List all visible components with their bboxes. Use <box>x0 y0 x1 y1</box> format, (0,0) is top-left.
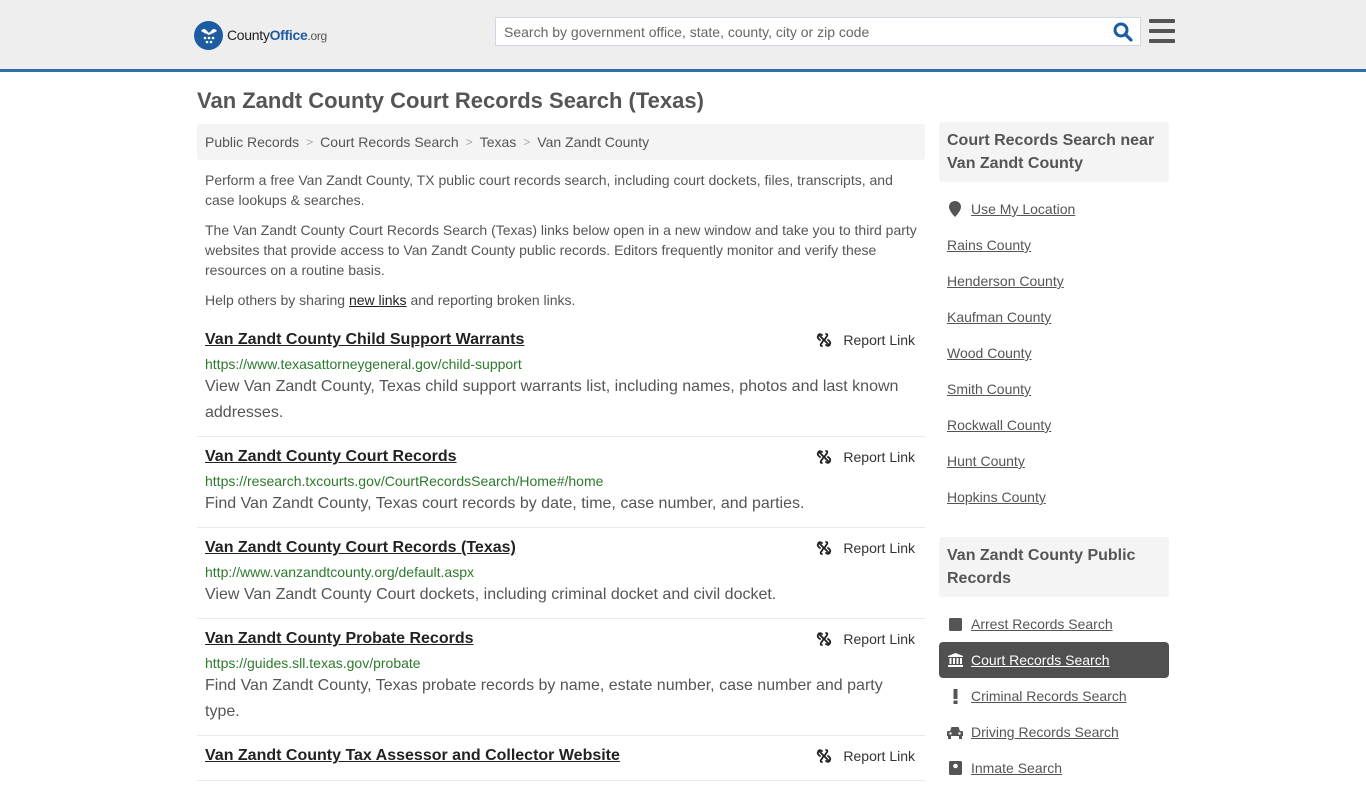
result-title-link[interactable]: Van Zandt County Court Records (Texas) <box>205 538 516 558</box>
public-records-header: Van Zandt County Public Records <box>939 537 1169 597</box>
nearby-county-link[interactable]: Rains County <box>939 227 1169 263</box>
site-logo[interactable]: CountyOffice.org <box>194 20 327 50</box>
report-link-button[interactable]: Report Link <box>816 748 915 764</box>
result-url: https://research.txcourts.gov/CourtRecor… <box>205 473 604 489</box>
sidebar-item-inmate-search[interactable]: Inmate Search <box>939 750 1169 786</box>
breadcrumb-public-records[interactable]: Public Records <box>205 134 299 150</box>
search-button[interactable] <box>1106 18 1140 45</box>
report-link-button[interactable]: Report Link <box>816 540 915 556</box>
result-url: http://www.vanzandtcounty.org/default.as… <box>205 564 475 580</box>
map-marker-icon <box>947 201 963 217</box>
nearby-county-link[interactable]: Hunt County <box>939 443 1169 479</box>
report-link-button[interactable]: Report Link <box>816 449 915 465</box>
breadcrumb-separator: > <box>306 135 314 149</box>
logo-text: CountyOffice.org <box>227 27 327 43</box>
breadcrumb: Public Records > Court Records Search > … <box>197 124 925 160</box>
sidebar-item-driving-records[interactable]: Driving Records Search <box>939 714 1169 750</box>
new-links-link[interactable]: new links <box>349 292 407 308</box>
breadcrumb-court-records-search[interactable]: Court Records Search <box>320 134 459 150</box>
public-records-block: Van Zandt County Public Records Arrest R… <box>939 537 1169 796</box>
result-description: Find Van Zandt County, Texas court recor… <box>205 495 805 512</box>
result-title-link[interactable]: Van Zandt County Child Support Warrants <box>205 330 524 350</box>
sidebar-item-arrest-records[interactable]: Arrest Records Search <box>939 606 1169 642</box>
courthouse-icon <box>947 653 963 667</box>
broken-link-icon <box>817 541 832 555</box>
nearby-list: Use My Location Rains County Henderson C… <box>939 182 1169 525</box>
broken-link-icon <box>817 632 832 646</box>
breadcrumb-separator: > <box>523 135 531 149</box>
search-icon <box>1113 22 1133 42</box>
sidebar-item-court-records[interactable]: Court Records Search <box>939 642 1169 678</box>
nearby-county-link[interactable]: Wood County <box>939 335 1169 371</box>
result-item: Van Zandt County Court Records https://r… <box>197 437 925 528</box>
result-url: https://guides.sll.texas.gov/probate <box>205 655 421 671</box>
use-my-location[interactable]: Use My Location <box>939 191 1169 227</box>
site-search <box>495 17 1141 46</box>
result-title-link[interactable]: Van Zandt County Tax Assessor and Collec… <box>205 746 620 766</box>
broken-link-icon <box>817 749 832 763</box>
public-records-list: Arrest Records Search Court Records Sear… <box>939 597 1169 796</box>
report-link-button[interactable]: Report Link <box>816 631 915 647</box>
intro-paragraph: The Van Zandt County Court Records Searc… <box>205 222 917 278</box>
nearby-county-link[interactable]: Rockwall County <box>939 407 1169 443</box>
page-title: Van Zandt County Court Records Search (T… <box>197 88 704 113</box>
results-list: Van Zandt County Child Support Warrants … <box>197 320 925 781</box>
intro-paragraph: Perform a free Van Zandt County, TX publ… <box>205 172 893 208</box>
exclamation-icon <box>947 688 963 704</box>
result-item: Van Zandt County Tax Assessor and Collec… <box>197 736 925 781</box>
result-url: https://www.texasattorneygeneral.gov/chi… <box>205 356 522 372</box>
breadcrumb-van-zandt-county[interactable]: Van Zandt County <box>537 134 649 150</box>
nearby-header: Court Records Search near Van Zandt Coun… <box>939 122 1169 182</box>
result-description: Find Van Zandt County, Texas probate rec… <box>205 677 883 720</box>
sidebar-item-criminal-records[interactable]: Criminal Records Search <box>939 678 1169 714</box>
breadcrumb-separator: > <box>465 135 473 149</box>
result-item: Van Zandt County Child Support Warrants … <box>197 320 925 437</box>
result-item: Van Zandt County Probate Records https:/… <box>197 619 925 736</box>
nearby-county-link[interactable]: Hopkins County <box>939 479 1169 515</box>
square-icon <box>947 617 963 631</box>
breadcrumb-texas[interactable]: Texas <box>480 134 517 150</box>
result-description: View Van Zandt County Court dockets, inc… <box>205 586 777 603</box>
inmate-icon <box>947 761 963 775</box>
nearby-county-link[interactable]: Smith County <box>939 371 1169 407</box>
nearby-county-link[interactable]: Henderson County <box>939 263 1169 299</box>
search-input[interactable] <box>496 18 1106 45</box>
eagle-logo-icon <box>194 20 223 50</box>
nearby-county-link[interactable]: Kaufman County <box>939 299 1169 335</box>
result-title-link[interactable]: Van Zandt County Probate Records <box>205 629 473 649</box>
result-description: View Van Zandt County, Texas child suppo… <box>205 378 899 421</box>
nearby-block: Court Records Search near Van Zandt Coun… <box>939 122 1169 525</box>
site-header: CountyOffice.org <box>0 0 1366 72</box>
result-item: Van Zandt County Court Records (Texas) h… <box>197 528 925 619</box>
sidebar: Court Records Search near Van Zandt Coun… <box>939 122 1169 796</box>
broken-link-icon <box>817 450 832 464</box>
car-icon <box>947 726 963 739</box>
report-link-button[interactable]: Report Link <box>816 332 915 348</box>
hamburger-menu-icon[interactable] <box>1149 19 1175 43</box>
result-title-link[interactable]: Van Zandt County Court Records <box>205 447 457 467</box>
intro-text: Perform a free Van Zandt County, TX publ… <box>205 170 920 320</box>
share-links-paragraph: Help others by sharing new links and rep… <box>205 292 576 308</box>
broken-link-icon <box>817 333 832 347</box>
